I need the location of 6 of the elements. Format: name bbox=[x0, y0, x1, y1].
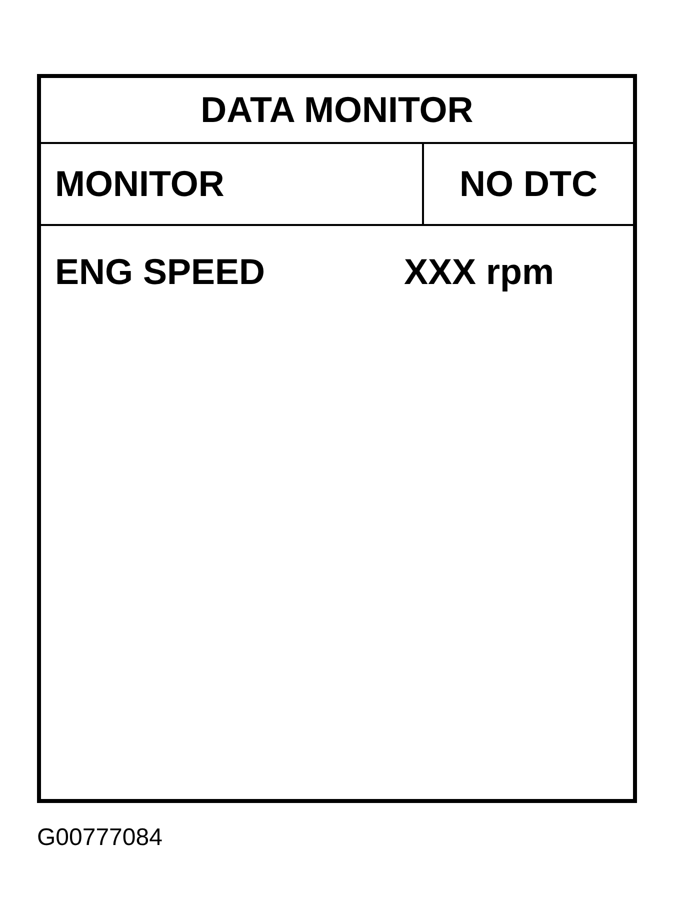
parameter-value: XXX rpm bbox=[404, 252, 556, 292]
parameter-label: ENG SPEED bbox=[55, 252, 266, 292]
figure-code: G00777084 bbox=[37, 825, 162, 852]
mode-label: MONITOR bbox=[55, 164, 224, 204]
status-label: NO DTC bbox=[460, 164, 598, 204]
screen-title: DATA MONITOR bbox=[200, 90, 474, 130]
